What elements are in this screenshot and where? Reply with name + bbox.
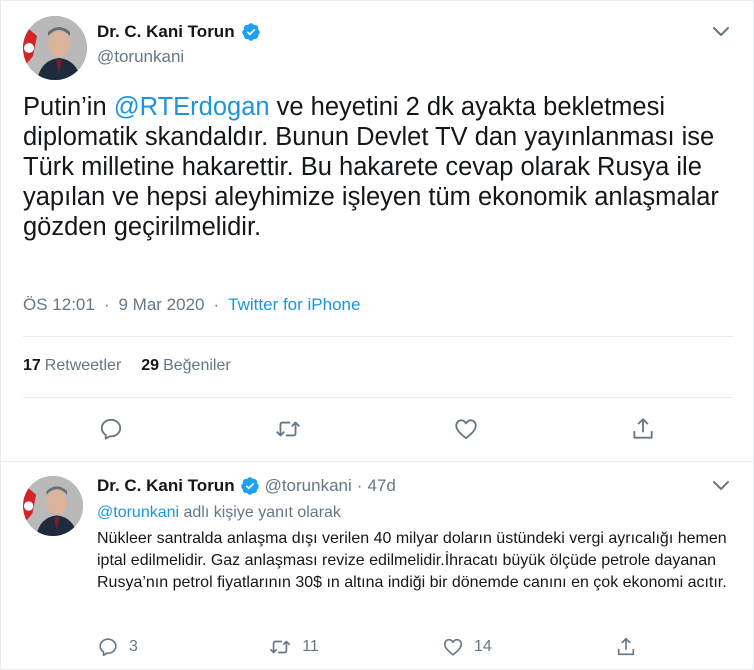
- share-icon: [633, 418, 653, 439]
- share-icon: [617, 637, 635, 656]
- verified-badge-icon: [240, 476, 260, 496]
- share-button[interactable]: [629, 415, 657, 443]
- like-icon: [454, 419, 477, 440]
- avatar[interactable]: [23, 16, 87, 80]
- author-display-name[interactable]: Dr. C. Kani Torun: [97, 22, 235, 42]
- like-count: 14: [473, 638, 492, 655]
- meta-separator: ·: [213, 295, 220, 314]
- meta-separator: ·: [356, 476, 363, 495]
- reply-button[interactable]: [97, 415, 125, 443]
- reply-icon: [99, 638, 117, 657]
- likes-stat[interactable]: 29 Beğeniler: [141, 357, 230, 375]
- tweet-actions: [97, 415, 657, 443]
- like-icon: [443, 638, 463, 656]
- divider: [23, 397, 733, 398]
- retweet-icon: [269, 640, 291, 654]
- replying-to-mention[interactable]: @torunkani: [97, 504, 179, 521]
- reply-author-handle[interactable]: @torunkani: [265, 476, 352, 496]
- reply-header: Dr. C. Kani Torun @torunkani · 47d: [97, 476, 396, 496]
- retweets-label: Retweetler: [44, 357, 122, 374]
- reply-actions: 3 11 14: [97, 636, 637, 658]
- reply-icon: [100, 418, 122, 440]
- chevron-down-icon[interactable]: [709, 473, 733, 497]
- share-button[interactable]: [615, 636, 637, 658]
- likes-count: 29: [141, 357, 160, 374]
- reply-author-name[interactable]: Dr. C. Kani Torun: [97, 476, 235, 496]
- retweets-count: 17: [23, 357, 41, 374]
- chevron-down-icon[interactable]: [709, 19, 733, 43]
- meta-separator: ·: [103, 295, 110, 314]
- verified-badge-icon: [241, 22, 261, 42]
- divider: [23, 336, 733, 337]
- author-handle[interactable]: @torunkani: [97, 47, 184, 67]
- tweet-time[interactable]: ÖS 12:01: [23, 295, 95, 315]
- likes-label: Beğeniler: [163, 357, 231, 374]
- avatar[interactable]: [23, 476, 83, 536]
- mention-link[interactable]: @RTErdogan: [114, 93, 270, 121]
- replying-to-text: adlı kişiye yanıt olarak: [179, 504, 341, 521]
- reply-text: Nükleer santralda anlaşma dışı verilen 4…: [97, 530, 727, 591]
- tweet-date[interactable]: 9 Mar 2020: [119, 295, 205, 315]
- tweet-card: Dr. C. Kani Torun @torunkani Putin’in @R…: [0, 0, 754, 670]
- retweet-button[interactable]: [274, 415, 302, 443]
- tweet-text-start: Putin’in: [23, 93, 114, 121]
- retweets-stat[interactable]: 17 Retweetler: [23, 357, 121, 375]
- tweet-meta: ÖS 12:01 · 9 Mar 2020 · Twitter for iPho…: [23, 295, 360, 315]
- tweet-stats: 17 Retweetler 29 Beğeniler: [23, 357, 231, 375]
- reply-tweet[interactable]: Dr. C. Kani Torun @torunkani · 47d @toru…: [1, 462, 753, 670]
- reply-count: 3: [129, 638, 138, 655]
- tweet-text: Putin’in @RTErdogan ve heyetini 2 dk aya…: [23, 92, 735, 242]
- tweet-source-link[interactable]: Twitter for iPhone: [228, 295, 360, 315]
- like-button[interactable]: 14: [442, 636, 492, 658]
- author-name-row: Dr. C. Kani Torun: [97, 22, 261, 42]
- reply-time[interactable]: 47d: [367, 476, 395, 496]
- retweet-button[interactable]: 11: [268, 636, 319, 658]
- replying-to: @torunkani adlı kişiye yanıt olarak: [97, 504, 341, 522]
- like-button[interactable]: [452, 415, 480, 443]
- reply-button[interactable]: 3: [97, 636, 145, 658]
- main-tweet: Dr. C. Kani Torun @torunkani Putin’in @R…: [1, 1, 753, 461]
- retweet-icon: [276, 421, 301, 437]
- retweet-count: 11: [302, 638, 319, 655]
